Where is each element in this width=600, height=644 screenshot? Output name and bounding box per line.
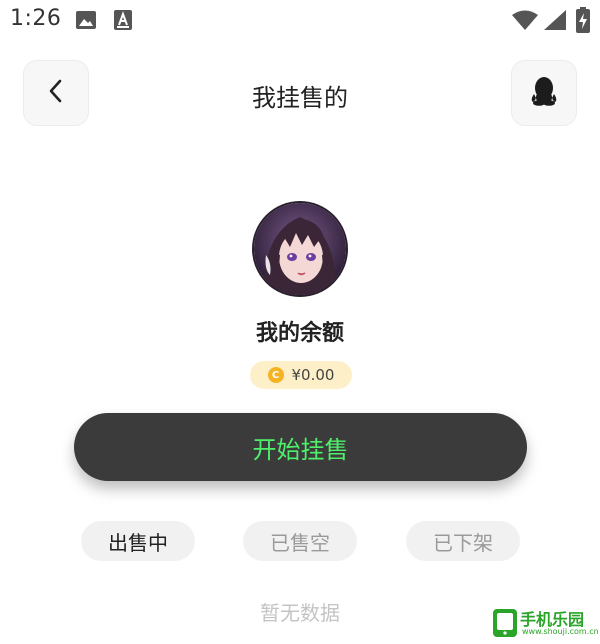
avatar[interactable] <box>252 201 348 297</box>
font-icon <box>114 10 132 34</box>
tab-on-sale[interactable]: 出售中 <box>81 521 195 561</box>
status-time: 1:26 <box>10 6 62 31</box>
qq-icon <box>529 75 559 111</box>
tab-removed[interactable]: 已下架 <box>406 521 520 561</box>
watermark-logo-icon <box>493 609 517 637</box>
balance-badge: C ¥0.00 <box>250 361 352 389</box>
signal-icon <box>544 10 566 34</box>
start-selling-button[interactable]: 开始挂售 <box>74 413 527 481</box>
tab-sold-out[interactable]: 已售空 <box>243 521 357 561</box>
qq-button[interactable] <box>511 60 577 126</box>
status-bar: 1:26 <box>0 0 600 40</box>
page-title: 我挂售的 <box>252 84 348 112</box>
watermark-url: www.shouji.com.cn <box>522 627 599 636</box>
wifi-icon <box>512 10 538 34</box>
battery-charging-icon <box>576 7 590 37</box>
coin-icon: C <box>267 367 284 383</box>
watermark: 手机乐园 www.shouji.com.cn <box>492 604 599 642</box>
image-icon <box>76 11 96 33</box>
balance-amount: ¥0.00 <box>291 366 335 384</box>
balance-title: 我的余额 <box>255 321 344 346</box>
